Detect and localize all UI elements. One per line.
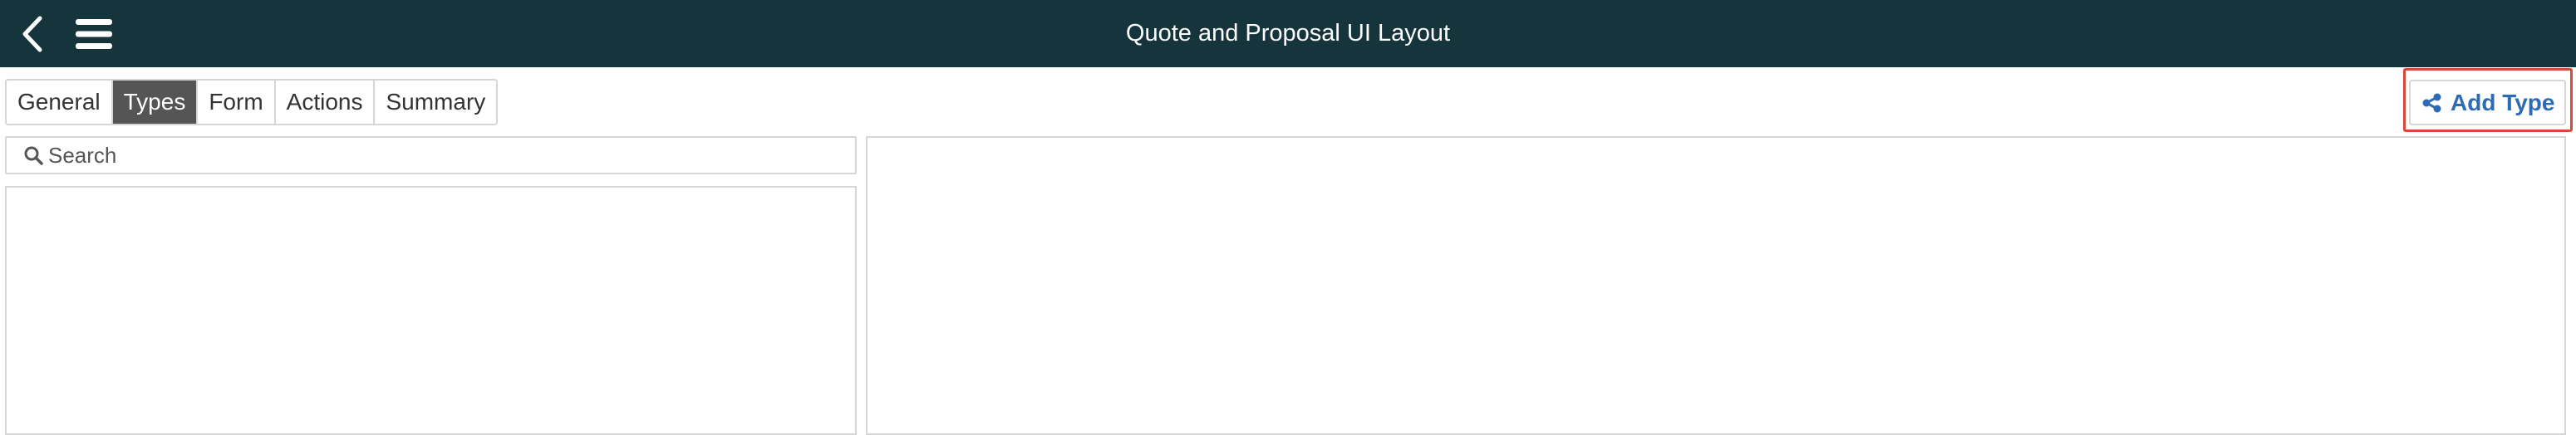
menu-button[interactable] [73,13,115,55]
tab-general[interactable]: General [7,81,113,124]
tab-form[interactable]: Form [198,81,276,124]
search-box [5,136,857,174]
add-type-button[interactable]: Add Type [2409,80,2566,125]
tab-actions[interactable]: Actions [275,81,376,124]
search-input[interactable] [48,139,846,172]
search-icon [24,146,43,165]
tab-bar: General Types Form Actions Summary [5,79,499,125]
tab-types[interactable]: Types [112,81,199,124]
chevron-left-icon [22,16,42,52]
page-title: Quote and Proposal UI Layout [1125,20,1451,46]
share-nodes-icon [2422,93,2441,112]
types-list-panel [5,186,857,435]
hamburger-menu-icon [76,19,112,49]
tab-summary[interactable]: Summary [375,81,497,124]
add-type-label: Add Type [2451,89,2555,115]
type-detail-panel [866,136,2566,435]
back-button[interactable] [18,12,47,56]
top-bar: Quote and Proposal UI Layout [0,0,2576,67]
